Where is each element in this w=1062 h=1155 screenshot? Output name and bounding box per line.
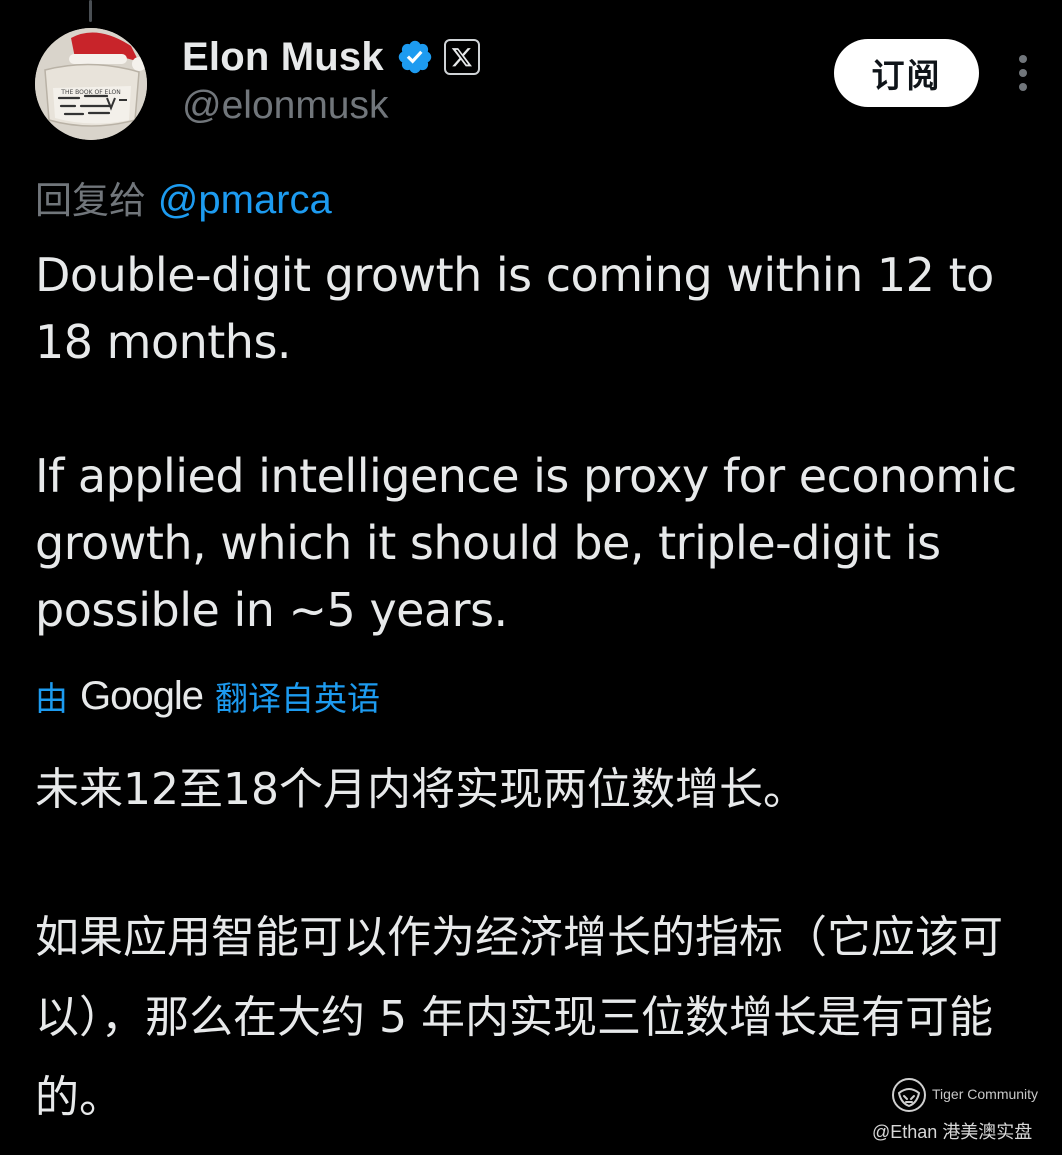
google-logo: Google — [80, 673, 204, 718]
author-name-row[interactable]: Elon Musk — [182, 32, 480, 82]
translation-prefix: 由 — [35, 679, 68, 718]
watermark-brand: Tiger Community — [932, 1086, 1039, 1102]
thread-connector-line — [89, 0, 92, 22]
tweet-paragraph: If applied intelligence is proxy for eco… — [35, 449, 1017, 637]
x-logo-icon — [451, 48, 472, 67]
x-affiliate-badge[interactable] — [443, 39, 480, 75]
translation-attribution[interactable]: 由 Google 翻译自英语 — [35, 670, 380, 722]
reply-to-prefix: 回复给 — [35, 179, 158, 222]
avatar-text: THE BOOK OF ELON — [60, 89, 120, 96]
tiger-logo-icon — [892, 1078, 926, 1112]
watermark-author: @Ethan 港美澳实盘 — [872, 1122, 1033, 1142]
translated-paragraph: 未来12至18个月内将实现两位数增长。 — [35, 764, 807, 815]
subscribe-button[interactable]: 订阅 — [834, 39, 979, 107]
translation-suffix-link[interactable]: 翻译自英语 — [215, 672, 380, 720]
verified-badge-icon — [398, 40, 432, 74]
author-display-name[interactable]: Elon Musk — [182, 35, 384, 80]
author-handle[interactable]: @elonmusk — [182, 84, 389, 128]
watermark: Tiger Community @Ethan 港美澳实盘 — [872, 1076, 1052, 1146]
avatar-image: THE BOOK OF ELON — [35, 28, 147, 140]
reply-to-line: 回复给 @pmarca — [35, 170, 332, 224]
more-vertical-icon[interactable] — [1008, 52, 1038, 94]
reply-to-mention-link[interactable]: @pmarca — [158, 178, 332, 222]
tweet-text: Double-digit growth is coming within 12 … — [35, 242, 1055, 644]
tweet-paragraph: Double-digit growth is coming within 12 … — [35, 248, 994, 369]
avatar[interactable]: THE BOOK OF ELON — [35, 28, 147, 140]
